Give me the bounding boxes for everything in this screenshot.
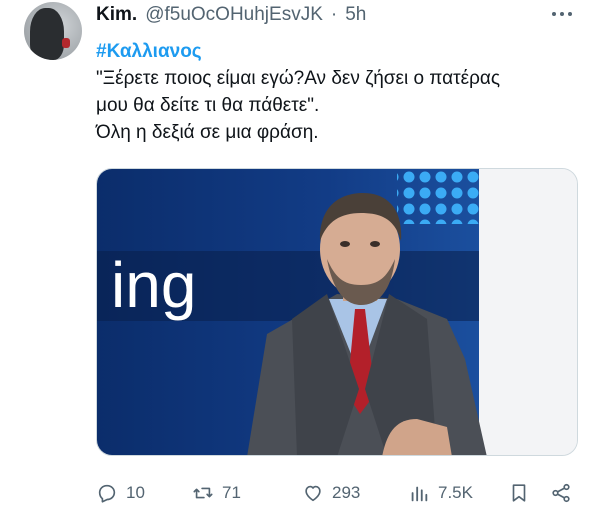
separator: · [330,4,338,25]
timestamp[interactable]: 5h [345,4,366,26]
share-button[interactable] [550,482,572,504]
author-name[interactable]: Kim. [96,4,137,26]
hashtag-link[interactable]: #Καλλιανος [96,38,586,65]
more-icon[interactable] [552,12,572,16]
bookmark-icon [512,484,526,502]
avatar-figure [30,8,64,60]
author-handle[interactable]: @f5uOcOHuhjEsvJK [145,4,323,26]
avatar-accent [62,38,70,48]
like-button[interactable]: 293 [302,482,360,504]
tweet-card[interactable]: Kim. @f5uOcOHuhjEsvJK · 5h #Καλλιανος "Ξ… [0,0,600,518]
tweet-line-2: μου θα δείτε τι θα πάθετε". [96,95,320,116]
media-screen-text: ing [111,249,196,321]
tweet-header: Kim. @f5uOcOHuhjEsvJK · 5h [96,4,366,30]
reply-icon [98,484,116,503]
share-icon [552,483,570,503]
reply-button[interactable]: 10 [96,482,145,504]
tweet-line-1: "Ξέρετε ποιος είμαι εγώ?Αν δεν ζήσει ο π… [96,68,501,89]
tweet-line-3: Όλη η δεξιά σε μια φράση. [96,122,319,143]
views-count: 7.5K [438,483,473,502]
bookmark-button[interactable] [508,482,530,504]
media-photo: ing [97,169,577,455]
action-bar: 10 71 293 7.5K [96,478,586,508]
retweet-button[interactable]: 71 [192,482,241,504]
retweet-icon [193,487,213,499]
like-count: 293 [332,483,361,502]
views-icon [411,486,428,502]
heart-icon [305,485,321,502]
avatar[interactable] [24,2,82,60]
tweet-media[interactable]: ing [96,168,578,456]
tweet-text: #Καλλιανος "Ξέρετε ποιος είμαι εγώ?Αν δε… [96,38,586,146]
reply-count: 10 [126,483,145,502]
views-button[interactable]: 7.5K [408,482,473,504]
retweet-count: 71 [222,483,241,502]
